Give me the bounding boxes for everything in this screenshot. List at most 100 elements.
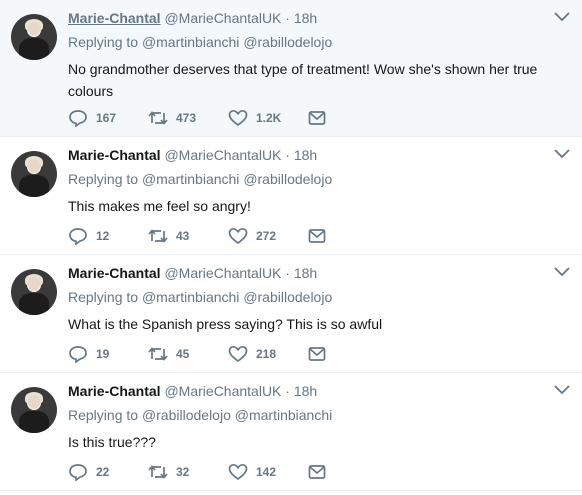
replying-to-label: Replying to xyxy=(68,407,139,423)
envelope-icon xyxy=(308,347,326,361)
mention-link[interactable]: @rabillodelojo xyxy=(142,407,231,423)
replying-to: Replying to @martinbianchi @rabillodeloj… xyxy=(68,34,332,50)
avatar[interactable] xyxy=(11,387,57,433)
envelope-icon xyxy=(308,229,326,243)
retweet-count: 43 xyxy=(176,229,190,243)
tweet[interactable]: Marie-Chantal @MarieChantalUK · 18h Repl… xyxy=(0,137,582,255)
tweet-text: This makes me feel so angry! xyxy=(68,198,251,214)
replying-to-label: Replying to xyxy=(68,171,139,187)
mention-link[interactable]: @rabillodelojo xyxy=(243,34,332,50)
chevron-down-icon[interactable] xyxy=(554,267,570,277)
retweet-button[interactable]: 473 xyxy=(148,109,228,127)
separator-dot: · xyxy=(285,10,290,26)
tweet-actions: 12 43 272 xyxy=(68,226,334,246)
timestamp[interactable]: 18h xyxy=(294,265,317,281)
tweet-header: Marie-Chantal @MarieChantalUK · 18h xyxy=(68,147,317,163)
mention-link[interactable]: @martinbianchi xyxy=(142,289,239,305)
avatar[interactable] xyxy=(11,269,57,315)
replying-to: Replying to @martinbianchi @rabillodeloj… xyxy=(68,171,332,187)
direct-message-button[interactable] xyxy=(308,228,334,244)
retweet-count: 45 xyxy=(176,347,190,361)
author-name[interactable]: Marie-Chantal xyxy=(68,10,161,26)
direct-message-button[interactable] xyxy=(308,110,334,126)
tweet-feed: Marie-Chantal @MarieChantalUK · 18h Repl… xyxy=(0,0,582,491)
reply-button[interactable]: 12 xyxy=(68,227,148,245)
retweet-count: 473 xyxy=(176,111,197,125)
tweet-text: Is this true??? xyxy=(68,434,156,450)
replying-to-label: Replying to xyxy=(68,289,139,305)
author-name[interactable]: Marie-Chantal xyxy=(68,265,161,281)
timestamp[interactable]: 18h xyxy=(294,10,317,26)
tweet-header: Marie-Chantal @MarieChantalUK · 18h xyxy=(68,383,317,399)
separator-dot: · xyxy=(285,383,290,399)
reply-button[interactable]: 19 xyxy=(68,345,148,363)
reply-count: 22 xyxy=(96,465,110,479)
like-button[interactable]: 218 xyxy=(228,345,308,363)
mention-link[interactable]: @rabillodelojo xyxy=(243,289,332,305)
retweet-icon xyxy=(148,111,168,125)
heart-icon xyxy=(228,227,248,245)
author-handle[interactable]: @MarieChantalUK xyxy=(164,10,281,26)
mention-link[interactable]: @martinbianchi xyxy=(142,171,239,187)
like-button[interactable]: 142 xyxy=(228,463,308,481)
avatar[interactable] xyxy=(11,151,57,197)
reply-count: 167 xyxy=(96,111,117,125)
heart-icon xyxy=(228,463,248,481)
reply-icon xyxy=(69,228,87,245)
retweet-count: 32 xyxy=(176,465,190,479)
mention-link[interactable]: @rabillodelojo xyxy=(243,171,332,187)
replying-to-label: Replying to xyxy=(68,34,139,50)
heart-icon xyxy=(228,109,248,127)
heart-icon xyxy=(228,345,248,363)
reply-button[interactable]: 167 xyxy=(68,109,148,127)
retweet-button[interactable]: 43 xyxy=(148,227,228,245)
reply-count: 12 xyxy=(96,229,110,243)
reply-button[interactable]: 22 xyxy=(68,463,148,481)
direct-message-button[interactable] xyxy=(308,464,334,480)
avatar[interactable] xyxy=(11,14,57,60)
retweet-icon xyxy=(148,229,168,243)
mention-link[interactable]: @martinbianchi xyxy=(142,34,239,50)
like-count: 272 xyxy=(256,229,277,243)
tweet-header: Marie-Chantal @MarieChantalUK · 18h xyxy=(68,10,317,26)
timestamp[interactable]: 18h xyxy=(294,383,317,399)
like-button[interactable]: 1.2K xyxy=(228,109,308,127)
tweet-text: No grandmother deserves that type of tre… xyxy=(68,61,538,99)
replying-to: Replying to @rabillodelojo @martinbianch… xyxy=(68,407,332,423)
tweet-actions: 167 473 1.2K xyxy=(68,108,334,128)
timestamp[interactable]: 18h xyxy=(294,147,317,163)
tweet-header: Marie-Chantal @MarieChantalUK · 18h xyxy=(68,265,317,281)
replying-to: Replying to @martinbianchi @rabillodeloj… xyxy=(68,289,332,305)
retweet-icon xyxy=(148,465,168,479)
reply-icon xyxy=(69,464,87,481)
like-count: 142 xyxy=(256,465,277,479)
like-count: 218 xyxy=(256,347,277,361)
like-count: 1.2K xyxy=(256,111,282,125)
envelope-icon xyxy=(308,111,326,125)
author-handle[interactable]: @MarieChantalUK xyxy=(164,383,281,399)
tweet[interactable]: Marie-Chantal @MarieChantalUK · 18h Repl… xyxy=(0,0,582,137)
direct-message-button[interactable] xyxy=(308,346,334,362)
retweet-button[interactable]: 32 xyxy=(148,463,228,481)
separator-dot: · xyxy=(285,265,290,281)
chevron-down-icon[interactable] xyxy=(554,385,570,395)
author-handle[interactable]: @MarieChantalUK xyxy=(164,147,281,163)
tweet[interactable]: Marie-Chantal @MarieChantalUK · 18h Repl… xyxy=(0,373,582,491)
chevron-down-icon[interactable] xyxy=(554,12,570,22)
chevron-down-icon[interactable] xyxy=(554,149,570,159)
reply-count: 19 xyxy=(96,347,110,361)
author-handle[interactable]: @MarieChantalUK xyxy=(164,265,281,281)
retweet-button[interactable]: 45 xyxy=(148,345,228,363)
tweet-text: What is the Spanish press saying? This i… xyxy=(68,316,383,332)
author-name[interactable]: Marie-Chantal xyxy=(68,383,161,399)
tweet-actions: 19 45 218 xyxy=(68,344,334,364)
tweet-actions: 22 32 142 xyxy=(68,462,334,482)
tweet[interactable]: Marie-Chantal @MarieChantalUK · 18h Repl… xyxy=(0,255,582,373)
separator-dot: · xyxy=(285,147,290,163)
author-name[interactable]: Marie-Chantal xyxy=(68,147,161,163)
mention-link[interactable]: @martinbianchi xyxy=(235,407,332,423)
like-button[interactable]: 272 xyxy=(228,227,308,245)
reply-icon xyxy=(69,346,87,363)
envelope-icon xyxy=(308,465,326,479)
reply-icon xyxy=(69,110,87,127)
